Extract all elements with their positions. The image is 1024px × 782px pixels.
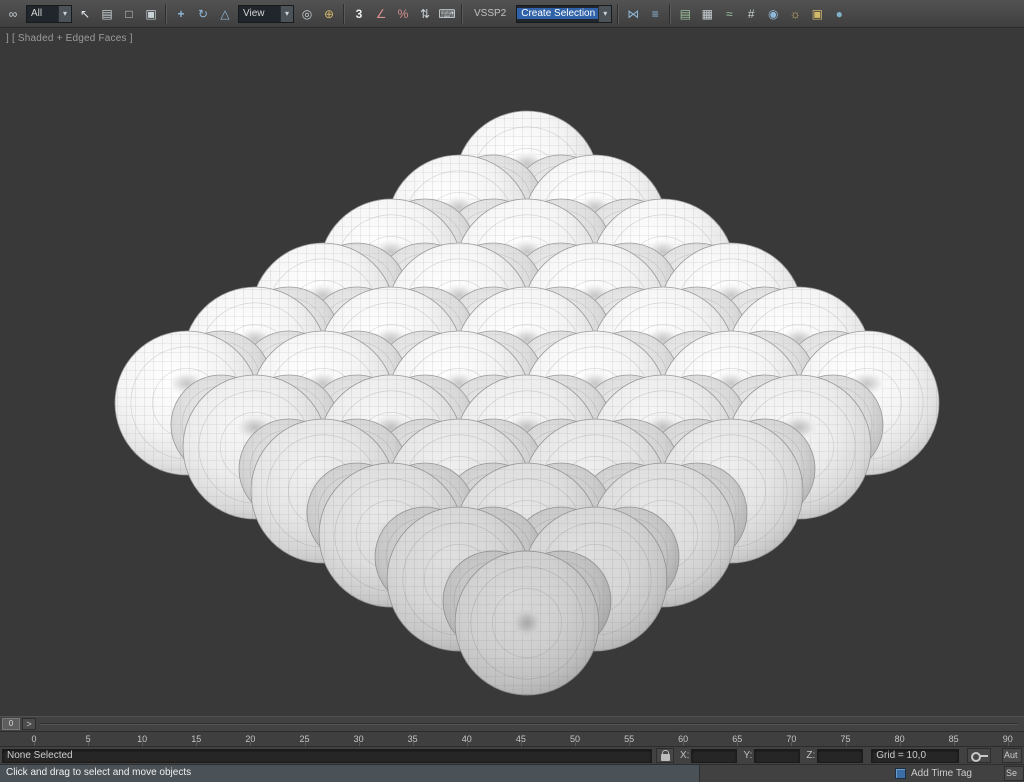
material-editor-icon[interactable]: ◉ (762, 3, 784, 25)
workspace-label: VSSP2 (474, 8, 506, 19)
schematic-view-icon[interactable]: # (740, 3, 762, 25)
z-label: Z: (806, 750, 815, 761)
frame-tick-mark (900, 742, 901, 746)
spinner-snap-icon[interactable]: ⇅ (414, 3, 436, 25)
perspective-viewport[interactable]: ] [ Shaded + Edged Faces ] (0, 28, 1024, 716)
auto-key-button[interactable]: Aut (1002, 748, 1022, 763)
render-setup-icon[interactable]: ☼ (784, 3, 806, 25)
selection-lock-toggle[interactable] (656, 748, 674, 763)
main-toolbar: ∞All▾↖▤□▣+↻△View▾◎⊕3∠%⇅⌨VSSP2Create Sele… (0, 0, 1024, 28)
prompt-bar: Click and drag to select and move object… (0, 765, 1024, 782)
select-and-scale-icon[interactable]: △ (214, 3, 236, 25)
x-label: X: (680, 750, 689, 761)
toolbar-separator (461, 4, 463, 24)
set-key-button[interactable]: Se (1004, 766, 1024, 781)
frame-tick-mark (250, 742, 251, 746)
track-bar[interactable]: 051015202530354045505560657075808590 (0, 731, 1024, 747)
frame-tick-mark (34, 742, 35, 746)
frame-tick-mark (846, 742, 847, 746)
frame-tick-mark (683, 742, 684, 746)
select-and-manipulate-icon[interactable]: ⊕ (318, 3, 340, 25)
select-and-rotate-icon[interactable]: ↻ (192, 3, 214, 25)
select-by-name-icon[interactable]: ▤ (96, 3, 118, 25)
toolbar-separator (165, 4, 167, 24)
graphite-ribbon-icon[interactable]: ▦ (696, 3, 718, 25)
next-frame-button[interactable]: > (22, 718, 36, 730)
rendered-frame-window-icon[interactable]: ▣ (806, 3, 828, 25)
frame-tick-mark (88, 742, 89, 746)
y-label: Y: (743, 750, 752, 761)
y-coordinate-input[interactable] (754, 749, 800, 763)
time-slider-groove (40, 723, 1018, 725)
select-and-link-icon[interactable]: ∞ (2, 3, 24, 25)
frame-tick-mark (791, 742, 792, 746)
chevron-down-icon: ▾ (58, 6, 71, 22)
mirror-icon[interactable]: ⋈ (622, 3, 644, 25)
frame-tick-mark (521, 742, 522, 746)
select-and-move-icon[interactable]: + (170, 3, 192, 25)
grid-size-display: Grid = 10,0 (871, 749, 959, 763)
time-slider-row: 0 > (0, 716, 1024, 731)
percent-snap-icon[interactable]: % (392, 3, 414, 25)
use-pivot-point-center-icon[interactable]: ◎ (296, 3, 318, 25)
angle-snap-icon[interactable]: ∠ (370, 3, 392, 25)
frame-tick-mark (954, 742, 955, 746)
add-time-tag-icon (895, 768, 906, 779)
selection-filter-dropdown[interactable]: All▾ (26, 5, 72, 23)
reference-coordinate-dropdown-value: View (239, 8, 280, 19)
render-production-icon[interactable]: ● (828, 3, 850, 25)
curve-editor-icon[interactable]: ≈ (718, 3, 740, 25)
x-coordinate-input[interactable] (691, 749, 737, 763)
add-time-tag-button[interactable]: Add Time Tag (911, 768, 972, 779)
selection-status: None Selected (2, 749, 652, 763)
keyboard-shortcut-override-icon[interactable]: ⌨ (436, 3, 458, 25)
padlock-icon (661, 754, 670, 761)
frame-tick-mark (467, 742, 468, 746)
chevron-down-icon: ▾ (598, 6, 611, 22)
frame-tick-mark (737, 742, 738, 746)
toolbar-separator (617, 4, 619, 24)
z-coordinate-input[interactable] (817, 749, 863, 763)
frame-tick-mark (142, 742, 143, 746)
select-object-icon[interactable]: ↖ (74, 3, 96, 25)
named-selection-sets-dropdown-value: Create Selection Se (517, 8, 598, 19)
time-slider-handle[interactable]: 0 (2, 718, 20, 730)
status-bar: None Selected X: Y: Z: Grid = 10,0 Aut (0, 747, 1024, 765)
rectangular-selection-region-icon[interactable]: □ (118, 3, 140, 25)
toolbar-separator (343, 4, 345, 24)
frame-tick-mark (413, 742, 414, 746)
frame-tick-mark (1008, 742, 1009, 746)
named-selection-sets-dropdown[interactable]: Create Selection Se▾ (516, 5, 612, 23)
frame-tick-mark (196, 742, 197, 746)
scene-canvas[interactable] (0, 28, 1024, 716)
key-icon (971, 751, 988, 760)
frame-tick-mark (575, 742, 576, 746)
3dsmax-window: ∞All▾↖▤□▣+↻△View▾◎⊕3∠%⇅⌨VSSP2Create Sele… (0, 0, 1024, 782)
window-crossing-icon[interactable]: ▣ (140, 3, 162, 25)
key-mode-button[interactable] (967, 748, 991, 763)
toolbar-separator (669, 4, 671, 24)
time-tag-region: Add Time Tag Se (700, 765, 1024, 782)
frame-tick-mark (629, 742, 630, 746)
selection-filter-dropdown-value: All (27, 8, 58, 19)
prompt-line: Click and drag to select and move object… (0, 765, 700, 782)
time-slider-track[interactable] (40, 718, 1018, 730)
layer-manager-icon[interactable]: ▤ (674, 3, 696, 25)
chevron-down-icon: ▾ (280, 6, 293, 22)
reference-coordinate-dropdown[interactable]: View▾ (238, 5, 294, 23)
align-icon[interactable]: ≡ (644, 3, 666, 25)
snap-toggle-3d-icon[interactable]: 3 (348, 3, 370, 25)
viewport-label[interactable]: ] [ Shaded + Edged Faces ] (6, 33, 133, 44)
frame-tick-mark (305, 742, 306, 746)
frame-tick-mark (359, 742, 360, 746)
